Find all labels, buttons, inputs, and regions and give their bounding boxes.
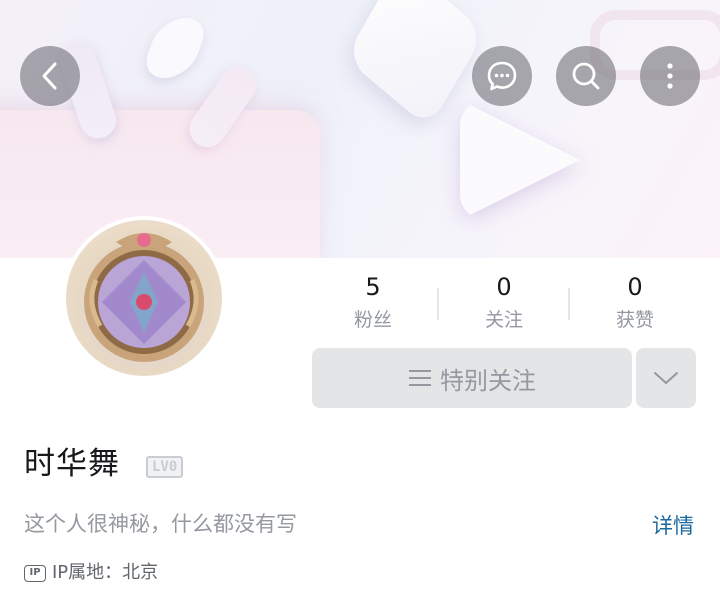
user-name: 时华舞 xyxy=(24,446,120,482)
profile-banner[interactable] xyxy=(0,0,720,258)
menu-icon xyxy=(408,368,432,388)
avatar-image xyxy=(66,220,222,376)
search-icon xyxy=(572,62,600,90)
ip-location-label: IP属地：北京 xyxy=(52,562,159,583)
stat-likes[interactable]: 0 获赞 xyxy=(575,272,695,334)
banner-decoration xyxy=(460,100,580,220)
stat-divider xyxy=(568,288,570,320)
following-label: 关注 xyxy=(484,309,523,331)
message-button[interactable] xyxy=(472,46,532,106)
following-count: 0 xyxy=(496,273,512,301)
fans-label: 粉丝 xyxy=(353,309,392,331)
fans-count: 5 xyxy=(365,273,381,301)
follow-dropdown-button[interactable] xyxy=(636,348,696,408)
detail-link[interactable]: 详情 xyxy=(652,510,694,542)
avatar[interactable] xyxy=(62,216,226,380)
special-follow-label: 特别关注 xyxy=(440,366,536,395)
banner-decoration xyxy=(344,0,486,129)
stat-fans[interactable]: 5 粉丝 xyxy=(313,272,433,334)
search-button[interactable] xyxy=(556,46,616,106)
banner-decoration xyxy=(139,18,211,78)
stat-following[interactable]: 0 关注 xyxy=(444,272,564,334)
back-icon xyxy=(42,62,57,90)
back-button[interactable] xyxy=(20,46,80,106)
more-button[interactable] xyxy=(640,46,700,106)
chevron-down-icon xyxy=(654,372,678,384)
special-follow-button[interactable]: 特别关注 xyxy=(312,348,632,408)
user-bio: 这个人很神秘，什么都没有写 xyxy=(24,512,297,536)
chat-icon xyxy=(487,61,517,91)
more-icon xyxy=(667,63,673,89)
ip-icon: IP xyxy=(24,564,46,582)
level-badge: LV0 xyxy=(146,456,184,478)
likes-count: 0 xyxy=(627,273,643,301)
ip-location: IP IP属地：北京 xyxy=(24,558,158,588)
likes-label: 获赞 xyxy=(615,309,654,331)
stat-divider xyxy=(437,288,439,320)
